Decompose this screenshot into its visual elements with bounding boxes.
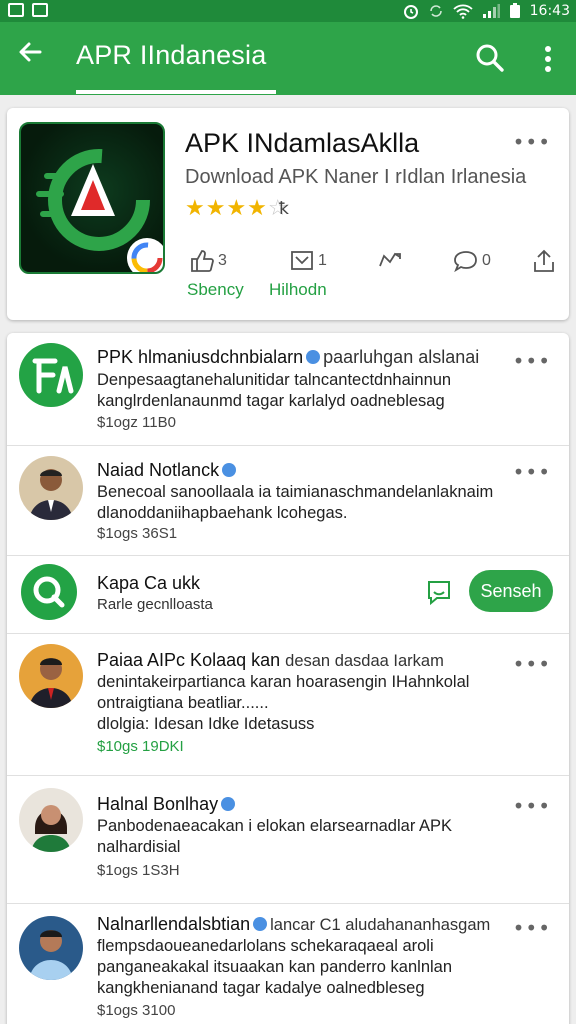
chat-icon[interactable]	[423, 576, 455, 608]
action-label-1[interactable]: Sbency	[187, 280, 244, 300]
app-bar-title: APR IIndanesia	[76, 40, 267, 70]
follow-button[interactable]: Senseh	[469, 570, 553, 612]
post-author: Naiad Notlanck	[97, 460, 239, 481]
post-text-line: denintakeirpartianca karan hoarasengin I…	[97, 673, 470, 691]
rating-text: ꝁ	[279, 199, 289, 218]
comment-count: 0	[482, 252, 491, 269]
card-more-icon[interactable]: •••	[513, 130, 551, 154]
alarm-icon	[403, 4, 418, 19]
feed-post[interactable]: Nalnarllendalsbtian lancar C1 aludahananh…	[7, 904, 569, 1024]
app-logo-icon[interactable]	[19, 122, 165, 274]
post-text-line: flempsdaoueanedarlolans schekaraqaeal ar…	[97, 937, 434, 955]
avatar[interactable]	[19, 456, 83, 520]
verified-badge-icon	[222, 463, 237, 477]
post-text-line: kanglrdenlanaunmd tagar karlalyd oadnebl…	[97, 392, 445, 410]
post-author: Halnal Bonlhay	[97, 794, 238, 815]
post-text-line: nalhardisial	[97, 838, 181, 856]
download-action[interactable]: 1	[289, 248, 327, 274]
post-author: PPK hlmaniusdchnbialarn paarluhgan alslan…	[97, 347, 480, 367]
rating-stars: ★★★★☆	[185, 196, 289, 221]
post-text-line: ontraigtiana beatliar......	[97, 694, 269, 712]
download-count: 1	[318, 252, 327, 269]
overflow-menu-icon[interactable]	[538, 42, 558, 76]
app-subtitle: Download APK Naner I rIdlan Irlanesia	[185, 166, 527, 188]
post-meta: $1ogs 3100	[97, 1002, 176, 1019]
suggested-name: Kapa Ca ukk	[97, 573, 201, 593]
verified-badge-icon	[306, 350, 321, 364]
person-avatar-icon	[29, 658, 73, 708]
avatar[interactable]	[21, 564, 77, 620]
person-avatar-icon	[29, 469, 73, 520]
post-more-icon[interactable]: •••	[513, 652, 551, 676]
image-notification-icon	[8, 3, 24, 17]
verified-badge-icon	[253, 917, 268, 931]
verified-badge-icon	[221, 797, 236, 811]
share-icon	[534, 249, 554, 272]
person-avatar-icon	[31, 805, 71, 852]
feed-post[interactable]: PPK hlmaniusdchnbialarn paarluhgan alslan…	[7, 333, 569, 446]
thumbs-up-count: 3	[218, 252, 227, 269]
app-name: APK INdamlasAklla	[185, 128, 420, 158]
repost-action[interactable]	[377, 248, 403, 274]
status-time: 16:43	[529, 2, 570, 19]
suggested-subtitle: Rarle gecnlloasta	[97, 596, 213, 613]
post-text-line: dlanoddaniihapbaehank lcohegas.	[97, 504, 348, 522]
person-avatar-icon	[29, 930, 73, 980]
status-bar: 16:43	[0, 0, 576, 22]
share-action[interactable]	[531, 248, 557, 274]
post-text-line: Benecoal sanoollaala ia taimianaschmande…	[97, 483, 494, 501]
post-text-line: panganeakakal itsuaakan kan panderro kan…	[97, 958, 453, 976]
post-text-line: Denpesaagtanehalunitidar talncantectdnha…	[97, 371, 452, 389]
post-author: Paiaa AIPc Kolaaq kan desan dasdaa Iarka…	[97, 650, 444, 670]
post-more-icon[interactable]: •••	[513, 349, 551, 373]
app-card: APK INdamlasAklla Download APK Naner I r…	[7, 108, 569, 320]
battery-icon	[509, 3, 520, 18]
post-meta: $1ogz 11B0	[97, 414, 176, 431]
post-text-line: kangkhenianand tagar kadalye oalnedblese…	[97, 979, 425, 997]
avatar[interactable]	[19, 644, 83, 708]
avatar[interactable]	[19, 788, 83, 852]
post-text-line: dlolgia: Idesan Idke Idetasuss	[97, 715, 315, 733]
post-more-icon[interactable]: •••	[513, 794, 551, 818]
feed-post[interactable]: Halnal Bonlhay Panbodenaeacakan i elokan…	[7, 776, 569, 904]
post-meta: $1ogs 36S1	[97, 525, 178, 542]
comment-icon	[454, 251, 477, 273]
post-more-icon[interactable]: •••	[513, 916, 551, 940]
repost-icon	[379, 252, 401, 267]
app-bar: APR IIndanesia	[0, 22, 576, 95]
title-underline	[76, 90, 276, 94]
post-more-icon[interactable]: •••	[513, 460, 551, 484]
wifi-icon	[453, 4, 473, 19]
search-icon[interactable]	[474, 42, 508, 76]
comment-action[interactable]: 0	[453, 248, 491, 274]
action-label-2[interactable]: Hilhodn	[269, 280, 327, 300]
feed-card: PPK hlmaniusdchnbialarn paarluhgan alslan…	[7, 333, 569, 1024]
post-meta: $10gs 19DKI	[97, 738, 184, 755]
sync-icon	[429, 4, 442, 17]
avatar[interactable]	[19, 916, 83, 980]
avatar[interactable]	[19, 343, 83, 407]
thumbs-up-icon	[191, 250, 214, 272]
back-arrow-icon[interactable]	[16, 38, 44, 75]
download-icon	[291, 251, 313, 270]
suggested-account-row[interactable]: Kapa Ca ukk Rarle gecnlloasta Senseh	[7, 556, 569, 634]
post-text-line: Panbodenaeacakan i elokan elarsearnadlar…	[97, 817, 453, 835]
thumbs-up-action[interactable]: 3	[189, 248, 227, 274]
post-author: Nalnarllendalsbtian lancar C1 aludahananh…	[97, 914, 491, 934]
search-brand-icon	[33, 576, 65, 608]
feed-post[interactable]: Paiaa AIPc Kolaaq kan desan dasdaa Iarka…	[7, 634, 569, 776]
feed-post[interactable]: Naiad Notlanck Benecoal sanoollaala ia t…	[7, 446, 569, 556]
app-notification-icon	[32, 3, 48, 17]
brand-logo-icon	[32, 358, 74, 394]
post-meta: $1ogs 1S3H	[97, 862, 180, 879]
signal-icon	[482, 3, 500, 18]
